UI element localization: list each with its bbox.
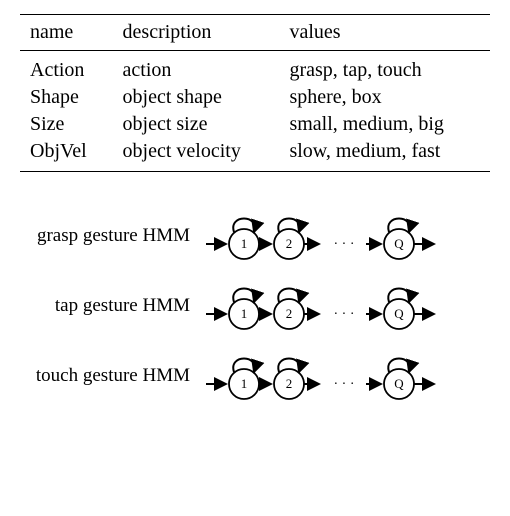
col-name: name xyxy=(20,15,113,51)
hmm-chain-icon: 1 2 · · · Q xyxy=(204,210,474,262)
ellipsis-icon: · · · xyxy=(334,377,355,392)
hmm-chain-icon: 1 2 · · · Q xyxy=(204,280,474,332)
hmm-row-grasp: grasp gesture HMM 1 2 · · · xyxy=(20,210,484,262)
table-row: Shape object shape sphere, box xyxy=(20,84,490,111)
hmm-diagram: grasp gesture HMM 1 2 · · · xyxy=(20,204,490,408)
ellipsis-icon: · · · xyxy=(334,307,355,322)
state-label: 2 xyxy=(286,376,293,391)
hmm-row-touch: touch gesture HMM 1 2 · · · Q xyxy=(20,350,484,402)
col-values: values xyxy=(279,15,490,51)
hmm-label: grasp gesture HMM xyxy=(20,225,192,247)
cell-values: small, medium, big xyxy=(279,111,490,138)
cell-desc: object size xyxy=(113,111,280,138)
state-label: 1 xyxy=(241,236,248,251)
cell-name: Action xyxy=(20,51,113,85)
cell-desc: object shape xyxy=(113,84,280,111)
state-label: 1 xyxy=(241,306,248,321)
state-label: 1 xyxy=(241,376,248,391)
state-label: 2 xyxy=(286,306,293,321)
hmm-label: touch gesture HMM xyxy=(20,365,192,387)
table-row: Action action grasp, tap, touch xyxy=(20,51,490,85)
hmm-chain-icon: 1 2 · · · Q xyxy=(204,350,474,402)
cell-desc: object velocity xyxy=(113,138,280,172)
cell-values: grasp, tap, touch xyxy=(279,51,490,85)
hmm-label: tap gesture HMM xyxy=(20,295,192,317)
cell-name: ObjVel xyxy=(20,138,113,172)
state-label: 2 xyxy=(286,236,293,251)
state-label: Q xyxy=(394,376,404,391)
cell-name: Shape xyxy=(20,84,113,111)
state-label: Q xyxy=(394,306,404,321)
table-row: ObjVel object velocity slow, medium, fas… xyxy=(20,138,490,172)
col-desc: description xyxy=(113,15,280,51)
state-label: Q xyxy=(394,236,404,251)
ellipsis-icon: · · · xyxy=(334,237,355,252)
table-header-row: name description values xyxy=(20,15,490,51)
table-row: Size object size small, medium, big xyxy=(20,111,490,138)
cell-desc: action xyxy=(113,51,280,85)
cell-values: slow, medium, fast xyxy=(279,138,490,172)
hmm-row-tap: tap gesture HMM 1 2 · · · Q xyxy=(20,280,484,332)
cell-values: sphere, box xyxy=(279,84,490,111)
variable-table: name description values Action action gr… xyxy=(20,14,490,172)
cell-name: Size xyxy=(20,111,113,138)
